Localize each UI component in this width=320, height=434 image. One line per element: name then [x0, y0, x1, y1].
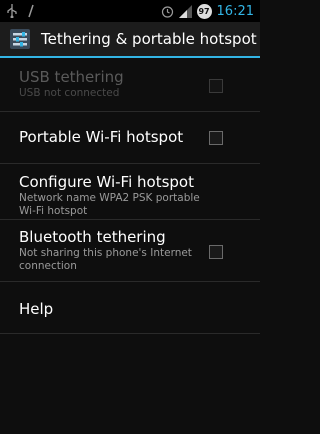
pref-summary: Not sharing this phone's Internet connec…	[19, 247, 192, 272]
pref-title: Bluetooth tethering	[19, 228, 166, 246]
tethering-settings-icon[interactable]	[9, 28, 31, 50]
pref-portable-wifi-hotspot[interactable]: Portable Wi-Fi hotspot	[0, 112, 260, 164]
pref-configure-wifi-hotspot[interactable]: Configure Wi-Fi hotspot Network name WPA…	[0, 164, 260, 220]
page-title: Tethering & portable hotspot	[41, 30, 257, 48]
status-bar: 97 16:21	[0, 0, 260, 22]
preferences-list: USB tethering USB not connected Portable…	[0, 58, 260, 334]
status-time: 16:21	[216, 3, 254, 19]
pref-summary: Network name WPA2 PSK portable Wi-Fi hot…	[19, 192, 200, 217]
pref-title: Help	[19, 300, 54, 318]
pref-help[interactable]: Help	[0, 282, 260, 334]
debug-icon	[26, 4, 36, 18]
bluetooth-tethering-checkbox[interactable]	[209, 245, 223, 259]
usb-tethering-checkbox	[209, 79, 223, 93]
action-bar: Tethering & portable hotspot	[0, 22, 260, 58]
pref-usb-tethering: USB tethering USB not connected	[0, 58, 260, 112]
signal-icon	[178, 4, 192, 18]
wifi-hotspot-checkbox[interactable]	[209, 131, 223, 145]
battery-icon: 97	[196, 3, 212, 19]
pref-title: Configure Wi-Fi hotspot	[19, 173, 194, 191]
pref-summary: USB not connected	[19, 87, 120, 99]
alarm-icon	[161, 5, 174, 18]
usb-icon	[6, 4, 18, 18]
pref-bluetooth-tethering[interactable]: Bluetooth tethering Not sharing this pho…	[0, 220, 260, 282]
